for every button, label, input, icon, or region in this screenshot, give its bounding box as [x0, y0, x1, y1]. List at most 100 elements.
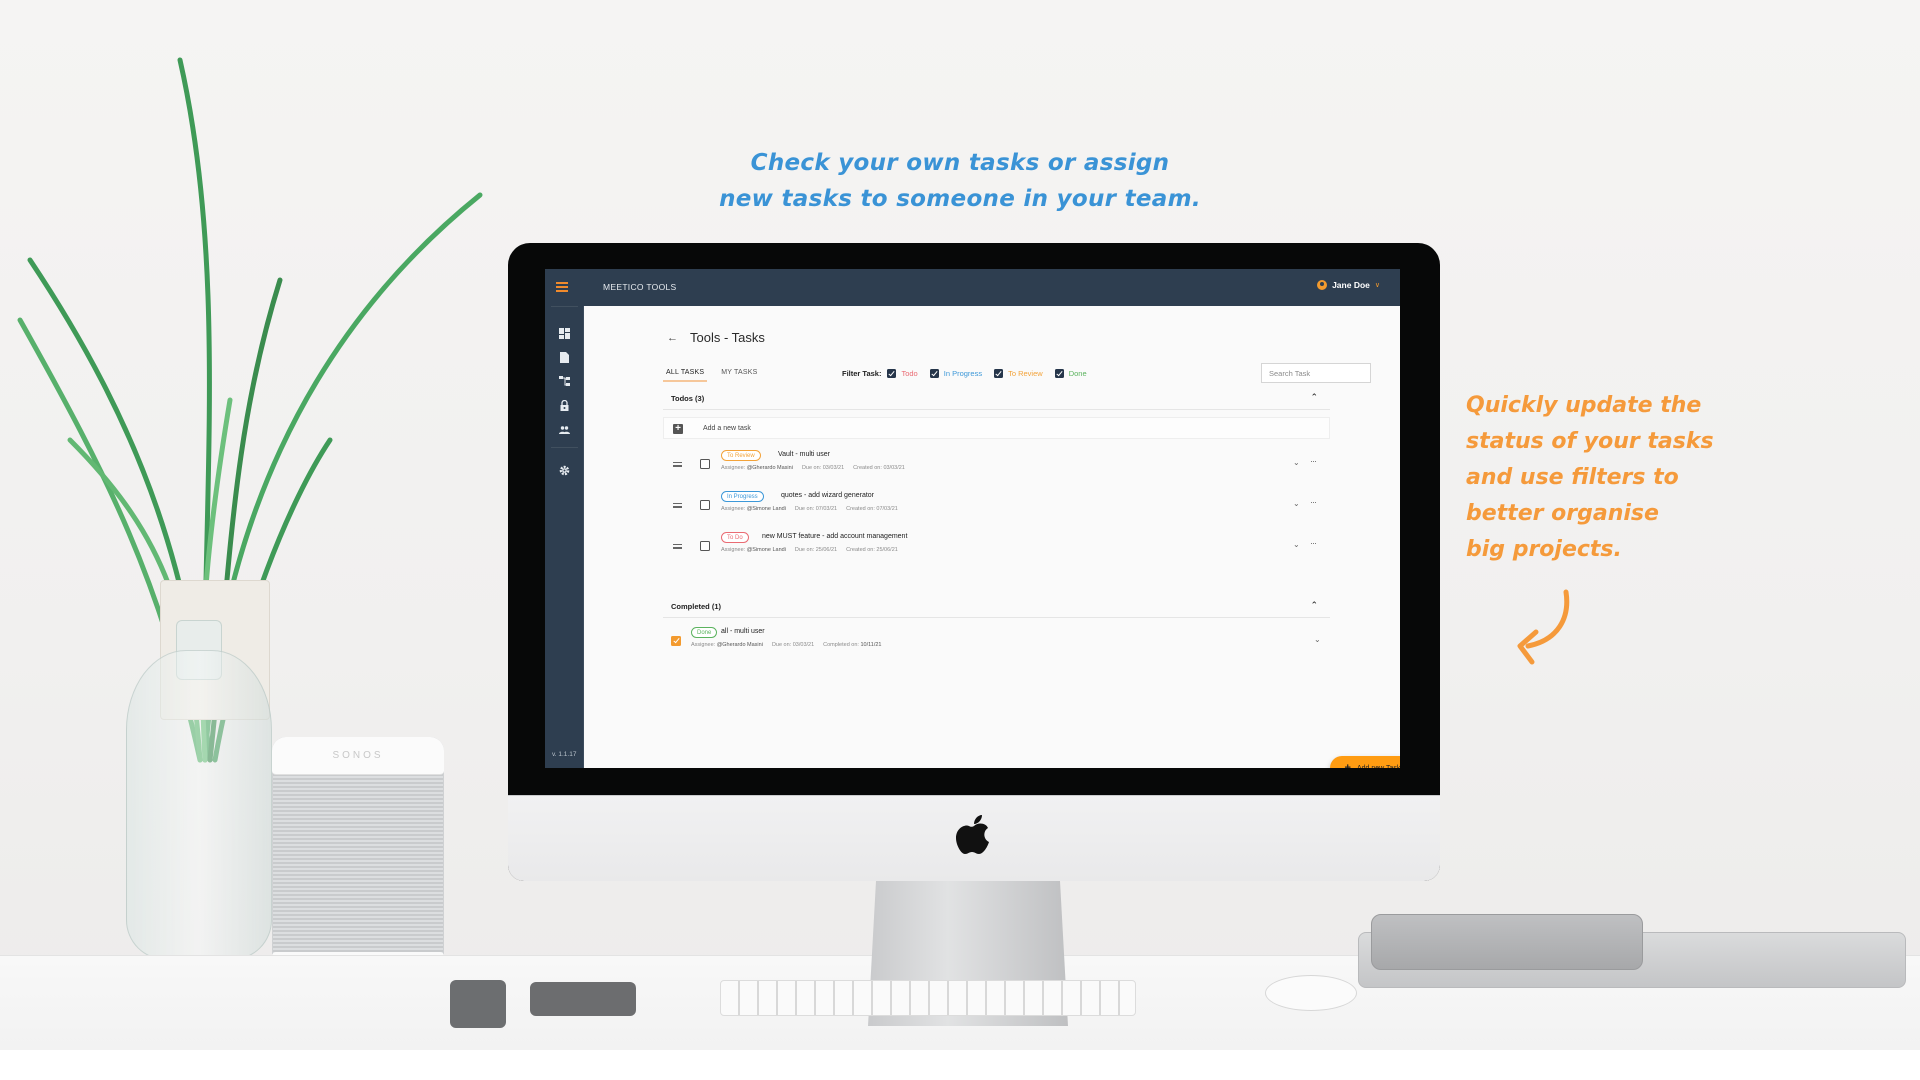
completed-section-header[interactable]: Completed (1) ⌃ — [663, 598, 1330, 618]
filter-label: Filter Task: — [842, 369, 882, 378]
smartphone — [530, 982, 636, 1016]
back-arrow-icon[interactable]: ← — [667, 332, 678, 344]
todos-section-title: Todos (3) — [671, 394, 705, 403]
due-label: Due on: — [794, 506, 815, 512]
status-badge[interactable]: To Review — [721, 450, 761, 461]
search-task-input[interactable] — [1261, 363, 1371, 383]
side-note-line: big projects. — [1466, 537, 1622, 562]
task-title[interactable]: all - multi user — [721, 628, 765, 635]
filter-done-checkbox[interactable] — [1054, 369, 1064, 378]
due-label: Due on: — [771, 642, 792, 648]
keyboard — [720, 980, 1136, 1016]
expand-chevron-icon[interactable]: ⌄ — [1314, 635, 1321, 644]
assignee-label: Assignee: — [721, 547, 746, 553]
people-icon[interactable] — [559, 424, 570, 435]
filter-in-progress-checkbox[interactable] — [929, 369, 939, 378]
tab-all-tasks[interactable]: ALL TASKS — [663, 363, 708, 382]
assignee: @Gherardo Masini — [746, 465, 793, 471]
sidebar-divider — [551, 306, 578, 307]
status-badge[interactable]: To Do — [721, 532, 749, 543]
sidebar-divider — [551, 447, 578, 448]
chevron-down-icon: ∨ — [1374, 282, 1380, 289]
created-date: 07/03/21 — [876, 506, 898, 512]
top-bar: MEETICO TOOLS Jane Doe ∨ — [545, 269, 1400, 306]
desk-edge — [0, 1050, 1920, 1080]
user-menu[interactable]: Jane Doe ∨ — [1317, 280, 1380, 290]
filter-todo-label: Todo — [901, 369, 918, 378]
apple-logo-icon — [956, 815, 989, 854]
filter-todo-checkbox[interactable] — [887, 369, 897, 378]
document-icon[interactable] — [559, 352, 570, 363]
speaker-top: SONOS — [272, 737, 444, 775]
due-label: Due on: — [794, 547, 815, 553]
hierarchy-icon[interactable] — [559, 376, 570, 387]
due-date: 03/03/21 — [792, 642, 815, 648]
glass-vase — [126, 650, 272, 960]
app-version: v. 1.1.17 — [552, 751, 577, 758]
filter-done[interactable]: Done — [1054, 369, 1087, 378]
task-checkbox[interactable] — [700, 541, 710, 551]
mouse — [1265, 975, 1357, 1011]
assignee: @Gherardo Masini — [716, 642, 763, 648]
task-meta: Assignee: @Simone Landi Due on: 25/06/21… — [721, 547, 898, 553]
more-options-icon[interactable]: ··· — [1310, 456, 1317, 466]
filter-to-review[interactable]: To Review — [994, 369, 1043, 378]
side-note: Quickly update the status of your tasks … — [1466, 388, 1746, 568]
filter-todo[interactable]: Todo — [887, 369, 918, 378]
task-title[interactable]: Vault - multi user — [778, 451, 830, 458]
completed-label: Completed on: — [823, 642, 859, 648]
task-meta: Assignee: @Simone Landi Due on: 07/03/21… — [721, 506, 898, 512]
app-title: MEETICO TOOLS — [603, 282, 677, 292]
expand-chevron-icon[interactable]: ⌄ — [1293, 499, 1300, 508]
task-title[interactable]: quotes - add wizard generator — [781, 492, 874, 499]
created-date: 25/06/21 — [876, 547, 898, 553]
add-new-task-row[interactable]: + Add a new task — [663, 417, 1330, 439]
task-checkbox[interactable] — [700, 459, 710, 469]
add-new-task-button[interactable]: + Add new Task — [1330, 756, 1400, 768]
filter-in-progress[interactable]: In Progress — [929, 369, 982, 378]
drag-handle-icon[interactable] — [673, 503, 682, 510]
chevron-up-icon[interactable]: ⌃ — [1310, 392, 1318, 403]
main-content: ← Tools - Tasks ALL TASKS MY TASKS Filte… — [584, 306, 1400, 768]
task-tabs: ALL TASKS MY TASKS — [663, 363, 760, 382]
smartwatch — [450, 980, 506, 1028]
expand-chevron-icon[interactable]: ⌄ — [1293, 458, 1300, 467]
todos-section-header[interactable]: Todos (3) ⌃ — [663, 390, 1330, 410]
task-checkbox-checked[interactable] — [671, 636, 681, 646]
lock-icon[interactable] — [559, 400, 570, 411]
side-note-line: status of your tasks — [1466, 429, 1714, 454]
side-note-line: better organise — [1466, 501, 1659, 526]
created-date: 03/03/21 — [883, 465, 905, 471]
status-badge[interactable]: In Progress — [721, 491, 764, 502]
task-meta: Assignee: @Gherardo Masini Due on: 03/03… — [721, 465, 905, 471]
side-note-line: Quickly update the — [1466, 393, 1702, 418]
filter-done-label: Done — [1068, 369, 1087, 378]
task-title[interactable]: new MUST feature - add account managemen… — [762, 533, 907, 540]
dashboard-icon[interactable] — [559, 328, 570, 339]
more-options-icon[interactable]: ··· — [1310, 497, 1317, 507]
expand-chevron-icon[interactable]: ⌄ — [1293, 540, 1300, 549]
created-label: Created on: — [846, 547, 875, 553]
curl-arrow-icon — [1517, 589, 1570, 665]
app-screen: MEETICO TOOLS Jane Doe ∨ v. 1.1.17 ← Too… — [545, 269, 1400, 768]
chevron-up-icon[interactable]: ⌃ — [1310, 600, 1318, 611]
hamburger-menu-icon[interactable] — [556, 282, 568, 292]
created-label: Created on: — [853, 465, 882, 471]
completed-section-title: Completed (1) — [671, 602, 722, 611]
filter-to-review-checkbox[interactable] — [994, 369, 1004, 378]
task-row: To Review Vault - multi user Assignee: @… — [663, 449, 1330, 483]
task-row: To Do new MUST feature - add account man… — [663, 531, 1330, 565]
drag-handle-icon[interactable] — [673, 544, 682, 551]
task-row: Done all - multi user Assignee: @Gherard… — [663, 626, 1330, 660]
more-options-icon[interactable]: ··· — [1310, 538, 1317, 548]
due-date: 03/03/21 — [822, 465, 845, 471]
drag-handle-icon[interactable] — [673, 462, 682, 469]
task-checkbox[interactable] — [700, 500, 710, 510]
gear-icon[interactable] — [559, 465, 570, 476]
tablet — [1371, 914, 1643, 970]
tab-my-tasks[interactable]: MY TASKS — [718, 363, 760, 382]
status-badge[interactable]: Done — [691, 627, 718, 638]
task-meta: Assignee: @Gherardo Masini Due on: 03/03… — [691, 642, 881, 648]
user-avatar-icon — [1317, 280, 1328, 290]
assignee-label: Assignee: — [721, 465, 746, 471]
